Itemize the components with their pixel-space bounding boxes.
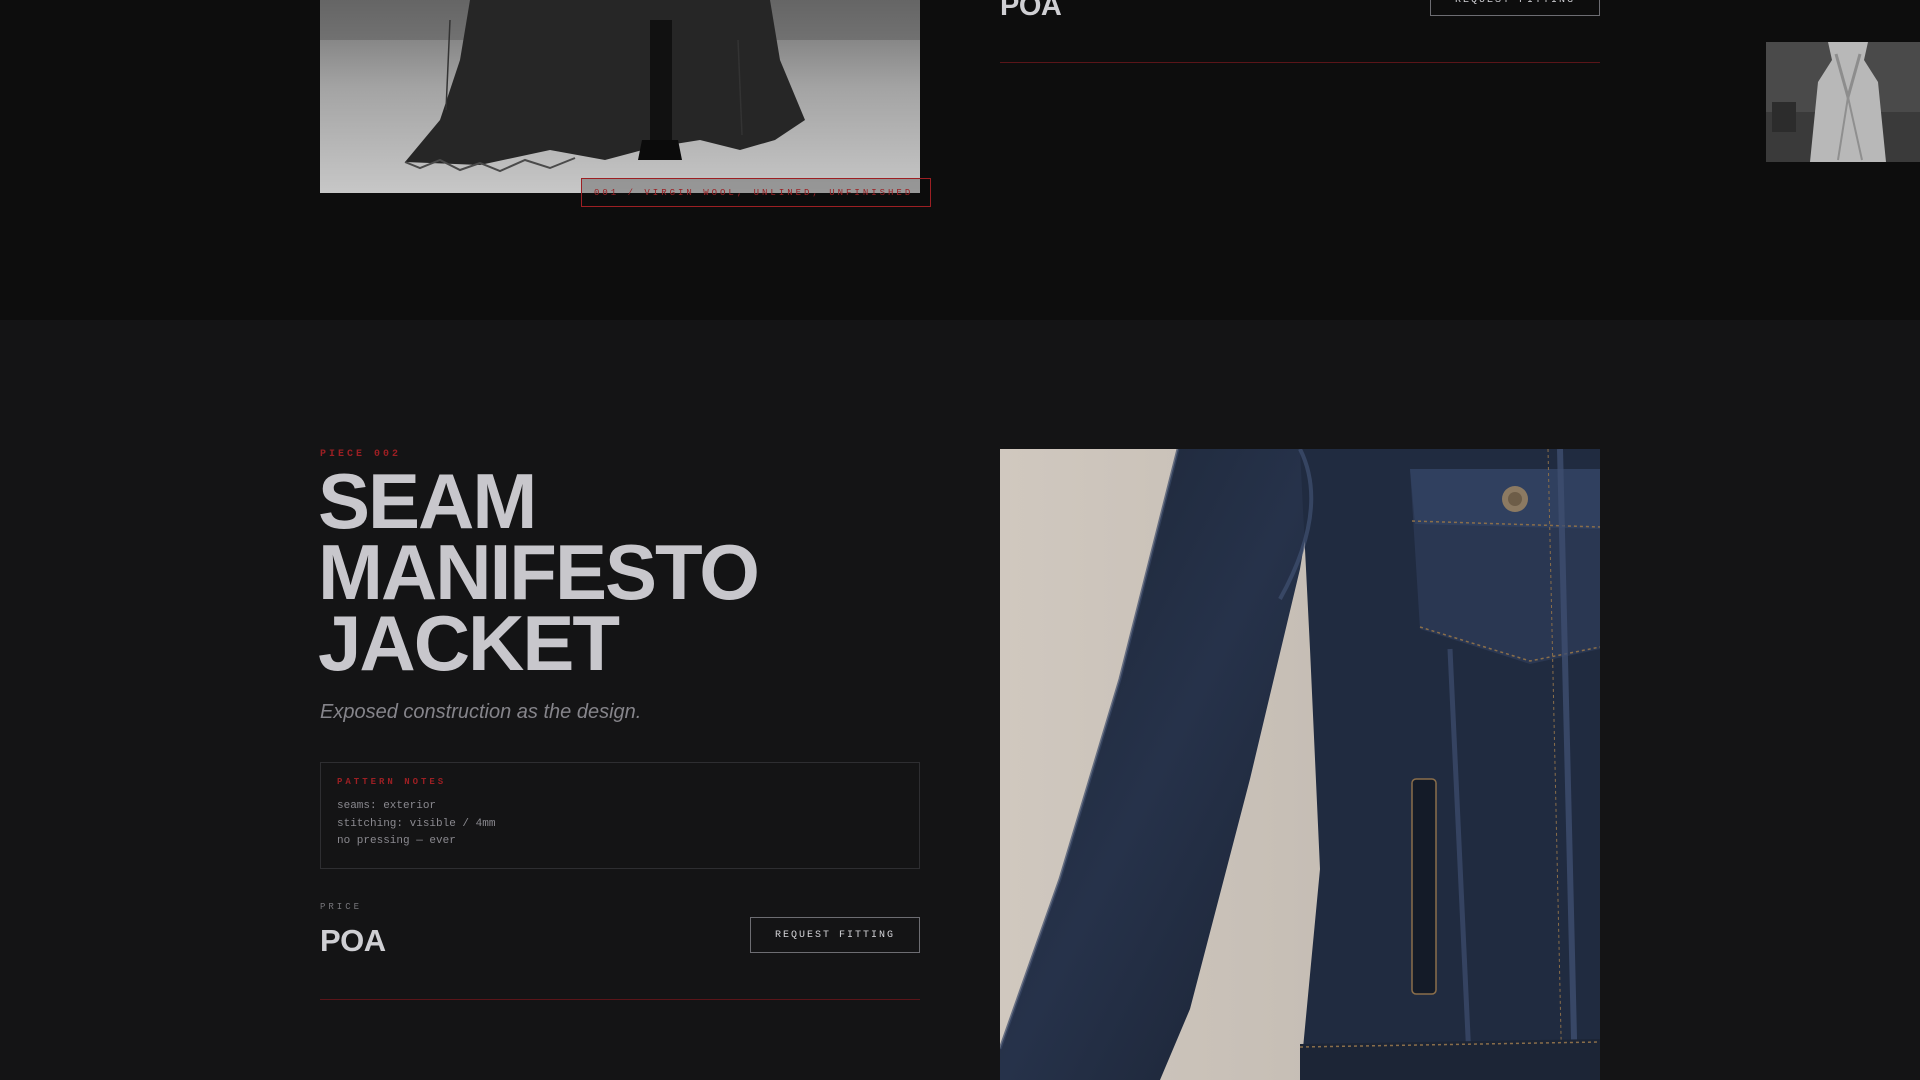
previous-piece-photo [320,0,920,193]
piece-title-line: SEAM [318,457,537,545]
price-value: POA [320,923,386,958]
previous-piece-section [0,0,1920,320]
pattern-note-line: stitching: visible / 4mm [337,817,496,830]
piece-title-line: JACKET [318,599,620,687]
denim-jacket-photo [1000,449,1600,1080]
pattern-note-line: seams: exterior [337,800,437,812]
pattern-notes-title: PATTERN NOTES [337,777,447,787]
pattern-notes-box: PATTERN NOTES seams: exterior stitching:… [320,762,920,869]
request-fitting-button[interactable]: REQUEST FITTING [750,917,920,953]
piece-002-section [0,320,1920,1080]
divider [320,999,920,1000]
previous-piece-caption: 001 / VIRGIN WOOL, UNLINED, UNFINISHED [581,178,931,207]
dress-thumbnail[interactable] [1766,42,1920,162]
divider [1000,62,1600,63]
piece-subtitle: Exposed construction as the design. [320,701,642,723]
pattern-note-line: no pressing — ever [337,835,456,847]
piece-title: SEAM MANIFESTO JACKET [318,457,878,687]
previous-piece-price: POA [1000,0,1062,22]
price-label: PRICE [320,902,363,912]
piece-title-line: MANIFESTO [318,528,760,616]
previous-request-fitting-button[interactable]: REQUEST FITTING [1430,0,1600,16]
